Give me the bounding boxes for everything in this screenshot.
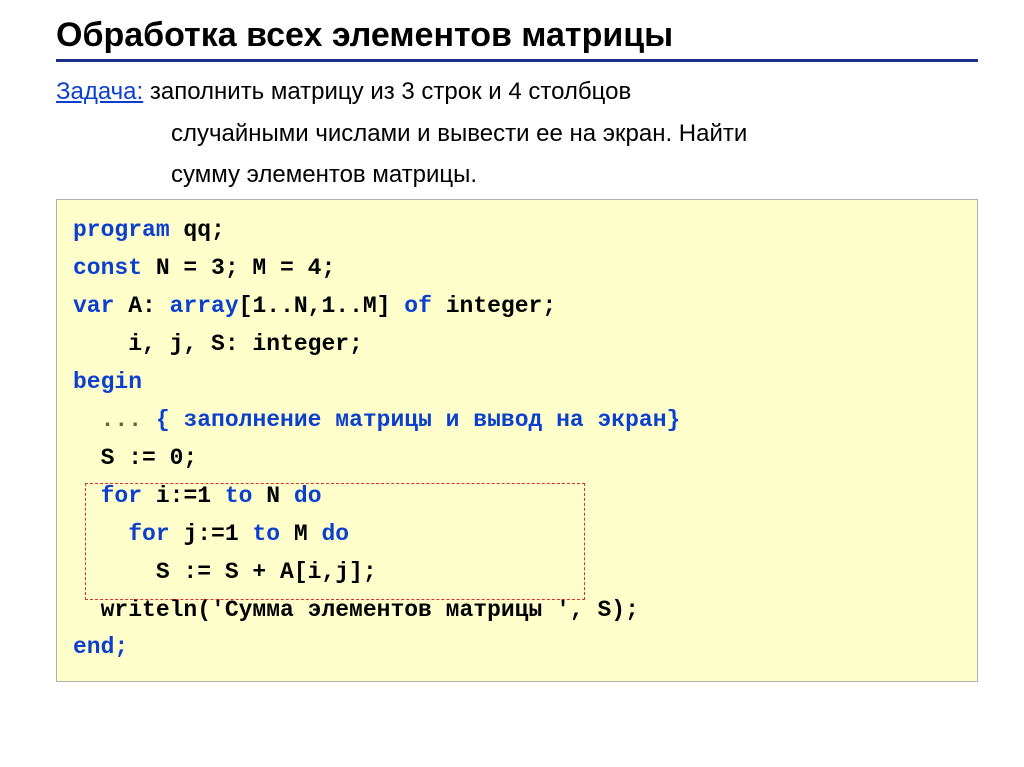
- kw-const: const: [73, 255, 142, 281]
- task-text-1: заполнить матрицу из 3 строк и 4 столбцо…: [143, 78, 631, 105]
- title-underline: [56, 59, 978, 62]
- comment: { заполнение матрицы и вывод на экран}: [142, 407, 680, 433]
- code-text: [1..N,1..M]: [239, 293, 405, 319]
- code-text: i, j, S: integer;: [73, 331, 363, 357]
- code-text: A:: [114, 293, 169, 319]
- kw-program: program: [73, 217, 170, 243]
- code-text: S := 0;: [73, 445, 197, 471]
- task-line-2: случайными числами и вывести ее на экран…: [171, 118, 978, 150]
- code-text: N = 3; M = 4;: [142, 255, 335, 281]
- code-text: [73, 407, 101, 433]
- code-text: qq;: [170, 217, 225, 243]
- task-line-3: сумму элементов матрицы.: [171, 159, 978, 191]
- task-label: Задача:: [56, 78, 143, 105]
- task-line-1: Задача: заполнить матрицу из 3 строк и 4…: [56, 76, 978, 108]
- code-block: program qq; const N = 3; M = 4; var A: a…: [56, 199, 978, 682]
- code-text: integer;: [432, 293, 556, 319]
- kw-end: end;: [73, 634, 128, 660]
- code-text: writeln('Сумма элементов матрицы ', S);: [73, 597, 639, 623]
- ellipsis: ...: [101, 407, 142, 433]
- kw-var: var: [73, 293, 114, 319]
- highlight-box: [85, 483, 585, 600]
- kw-begin: begin: [73, 369, 142, 395]
- kw-of: of: [404, 293, 432, 319]
- kw-array: array: [170, 293, 239, 319]
- slide-title: Обработка всех элементов матрицы: [56, 16, 978, 55]
